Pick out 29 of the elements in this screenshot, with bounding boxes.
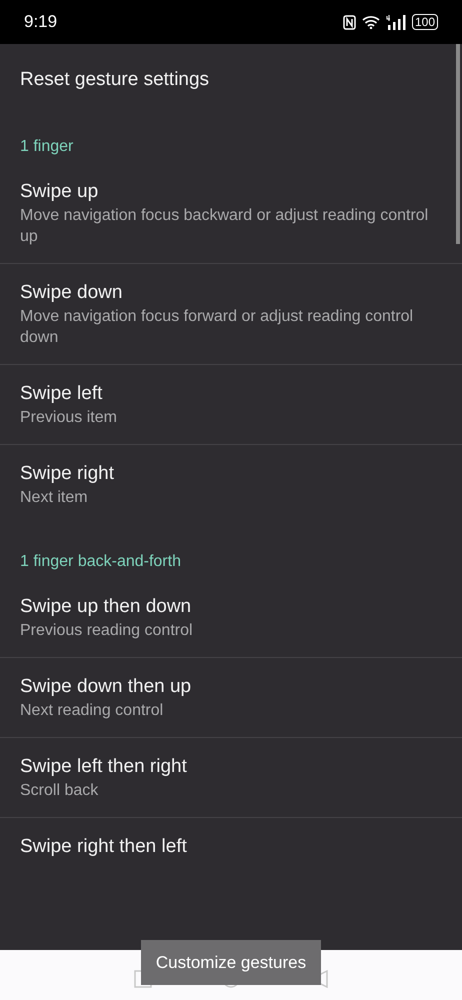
setting-item[interactable]: Swipe left then right Scroll back	[0, 738, 462, 818]
setting-item[interactable]: Swipe right Next item	[0, 444, 462, 524]
setting-item[interactable]: Swipe up then down Previous reading control	[0, 578, 462, 658]
setting-item[interactable]: Swipe down then up Next reading control	[0, 658, 462, 738]
toast-message: Customize gestures	[156, 952, 306, 974]
setting-title: Swipe left then right	[20, 754, 188, 778]
setting-description: Move navigation focus forward or adjust reading control down	[20, 306, 414, 348]
setting-title: Swipe right then left	[20, 834, 188, 858]
setting-title: Swipe up	[20, 180, 100, 204]
setting-description: Previous reading control	[20, 620, 194, 640]
setting-description: Move navigation focus backward or adjust reading control up	[20, 206, 430, 246]
setting-description: Next item	[20, 488, 89, 508]
setting-description: Next reading control	[20, 700, 164, 720]
setting-item[interactable]: Swipe right then left	[0, 818, 462, 868]
setting-item[interactable]: Swipe down Move navigation focus forward or adjust reading control down	[0, 264, 462, 364]
battery-indicator: 100	[412, 14, 438, 30]
setting-title: Swipe left	[20, 382, 104, 406]
section-header: 1 finger back-and-forth	[19, 552, 182, 572]
setting-title: Swipe up then down	[20, 594, 192, 618]
reset-button[interactable]: Reset gesture settings	[0, 44, 462, 134]
clock: 9:19	[24, 11, 58, 34]
setting-title: Swipe down	[20, 280, 124, 304]
setting-title: Swipe down then up	[20, 674, 192, 698]
setting-description: Previous item	[20, 408, 118, 428]
setting-description: Scroll back	[20, 780, 100, 800]
setting-item[interactable]: Swipe up Move navigation focus backward or adjust reading control up	[0, 162, 462, 264]
setting-title: Swipe right	[20, 462, 115, 486]
setting-item[interactable]: Swipe left Previous item	[0, 364, 462, 444]
section-header: 1 finger	[19, 136, 74, 156]
